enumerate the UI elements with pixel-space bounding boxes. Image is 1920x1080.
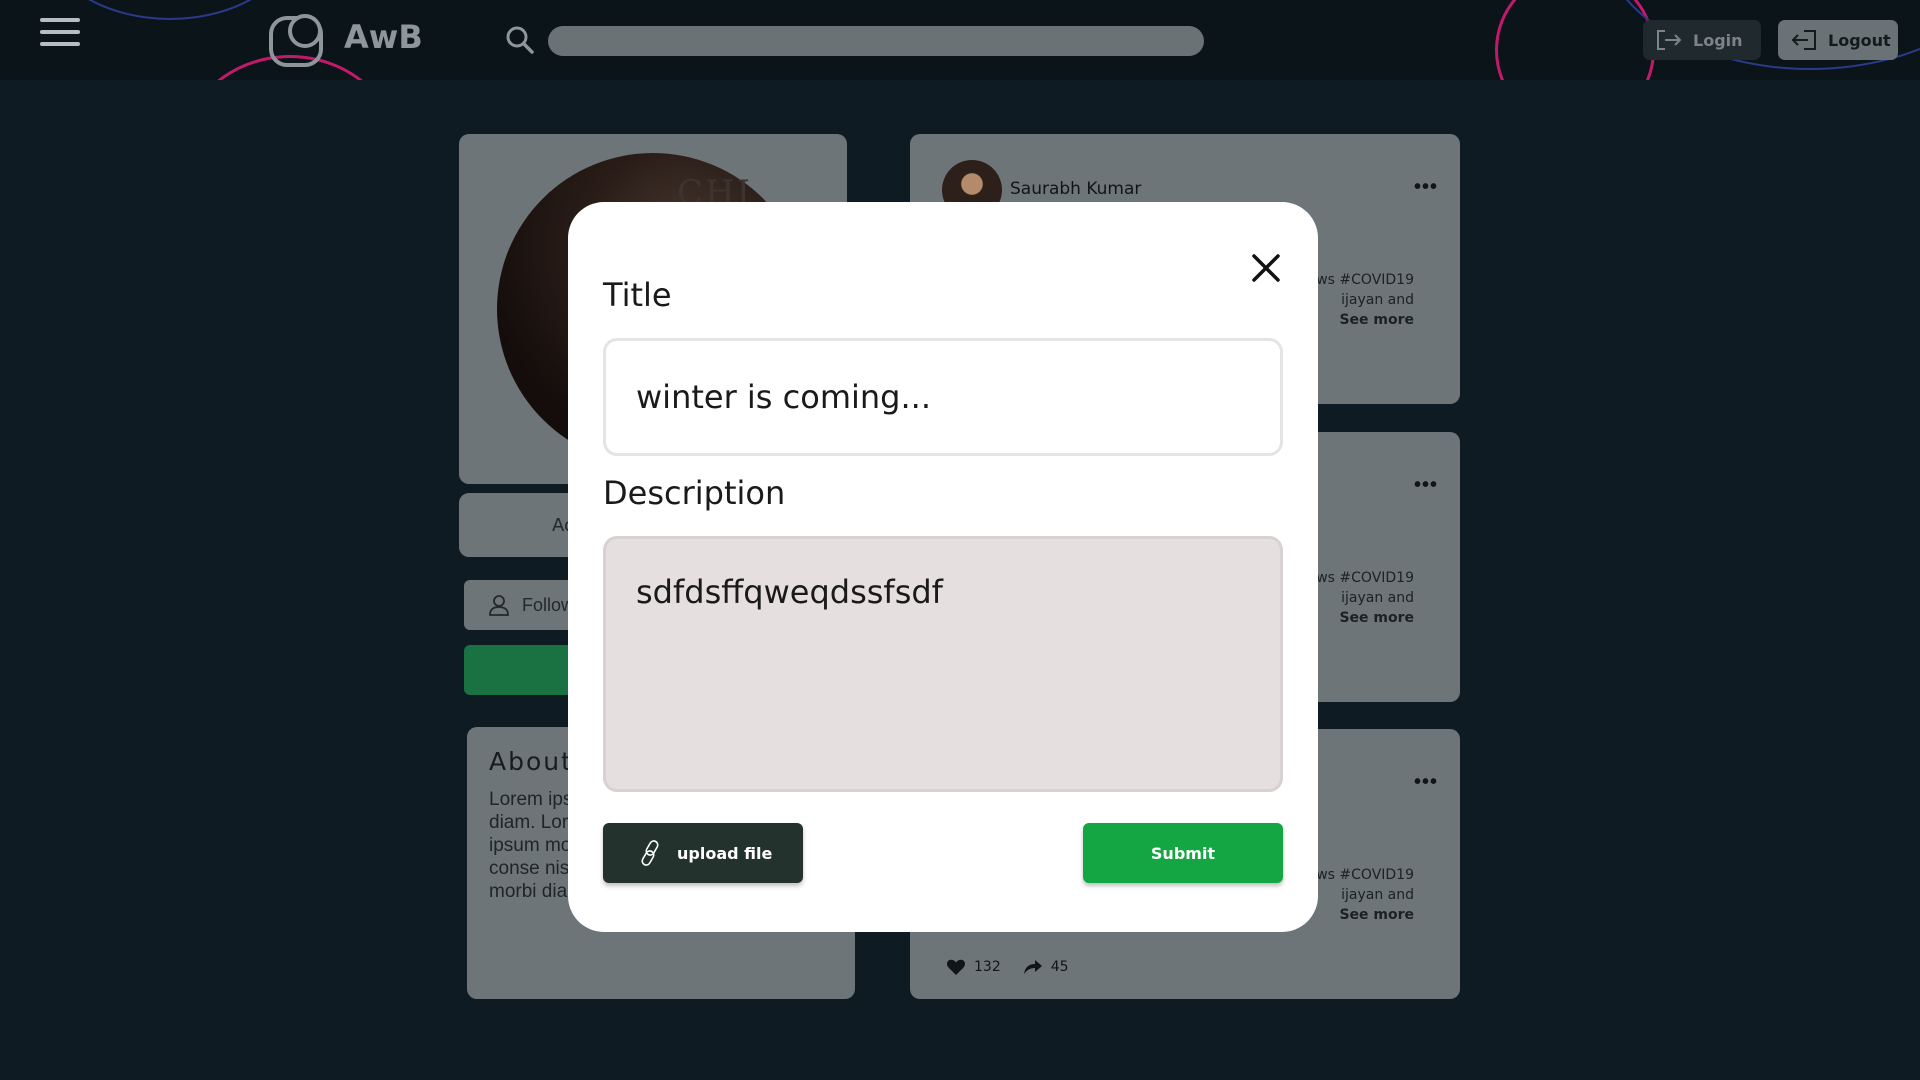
upload-file-label: upload file: [677, 843, 773, 863]
title-input-value: winter is coming...: [636, 378, 931, 416]
upload-file-button[interactable]: upload file: [603, 823, 803, 883]
link-icon: [641, 840, 659, 866]
description-textarea-value: sdfdsffqweqdssfsdf: [636, 573, 943, 611]
create-post-modal: Title winter is coming... Description sd…: [568, 202, 1318, 932]
description-textarea[interactable]: sdfdsffqweqdssfsdf: [603, 536, 1283, 792]
title-label: Title: [603, 276, 672, 314]
title-input[interactable]: winter is coming...: [603, 338, 1283, 456]
submit-label: Submit: [1150, 843, 1216, 863]
close-icon[interactable]: [1244, 246, 1288, 290]
submit-button[interactable]: Submit: [1083, 823, 1283, 883]
description-label: Description: [603, 474, 786, 512]
